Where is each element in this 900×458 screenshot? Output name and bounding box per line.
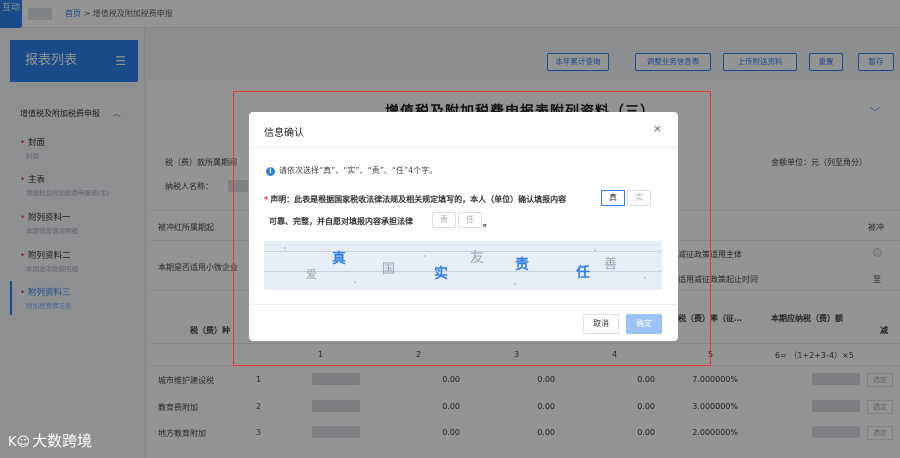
captcha-char[interactable]: 国 [382,258,395,277]
declaration-line-1: * 声明：此表是根据国家税收法律法规及相关规定填写的，本人（单位）确认填报内容 [264,194,566,205]
captcha-char[interactable]: 任 [576,262,590,282]
captcha-area: 爱 真 国 实 友 责 任 善 [264,241,662,290]
captcha-char[interactable]: 责 [515,254,529,274]
captcha-noise [284,247,286,249]
instruction-text: 请依次选择“真”、“实”、“责”、“任”4个字。 [279,166,438,175]
captcha-char[interactable]: 善 [604,253,617,272]
answer-box-2[interactable]: 实 [627,190,651,206]
captcha-noise [354,281,356,283]
required-mark: * [264,195,269,204]
watermark-logo: K☺ [8,435,31,450]
captcha-char[interactable]: 爱 [306,266,317,282]
answer-box-3[interactable]: 责 [432,212,456,228]
declaration-line-2: 可靠、完整，并自愿对填报内容承担法律 [269,217,413,226]
info-confirm-dialog: 信息确认 × i 请依次选择“真”、“实”、“责”、“任”4个字。 * 声明：此表… [249,112,678,341]
captcha-char[interactable]: 实 [434,263,448,283]
dialog-title: 信息确认 [264,128,304,139]
captcha-noise [264,271,662,272]
close-icon[interactable]: × [653,122,662,135]
captcha-noise [594,249,596,251]
watermark-text: 大数跨境 [32,432,93,450]
cancel-button[interactable]: 取消 [583,314,619,334]
captcha-char[interactable]: 真 [332,248,346,268]
captcha-char[interactable]: 友 [470,247,484,267]
confirm-button[interactable]: 确定 [626,314,662,334]
captcha-noise [514,283,516,285]
declaration-text: 声明：此表是根据国家税收法律法规及相关规定填写的，本人（单位）确认填报内容 [270,195,567,204]
answer-box-1[interactable]: 真 [601,190,625,206]
captcha-noise [264,251,662,252]
watermark: K☺ 大数跨境 [8,430,92,451]
captcha-noise [644,277,646,279]
answer-box-4[interactable]: 任 [458,212,482,228]
dialog-divider [249,147,678,148]
dialog-divider [249,304,678,305]
info-icon: i [266,167,275,176]
captcha-noise [424,255,426,257]
declaration-period: 。 [483,219,493,229]
